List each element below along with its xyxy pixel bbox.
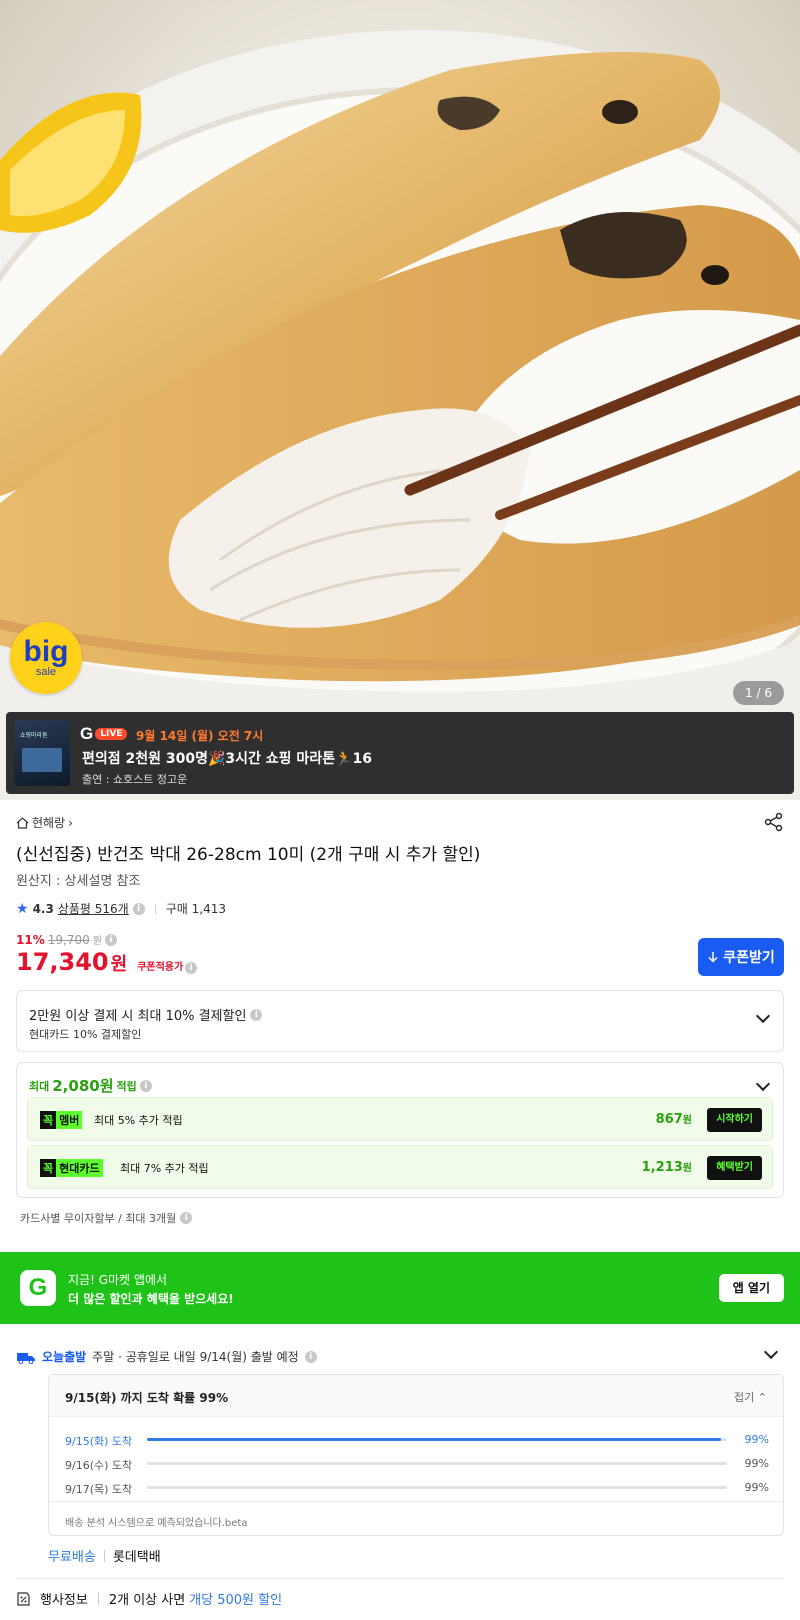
probability-bar [147,1438,722,1441]
divider [16,1578,784,1579]
home-icon [16,816,29,829]
share-button[interactable] [764,812,784,836]
reward-amount: 2,080원 [52,1077,114,1095]
truck-icon [17,1352,35,1364]
member-tag: 꼭 멤버 [40,1111,83,1129]
coupon-applied-label: 쿠폰적용가 [137,962,184,973]
carrier-name: 롯데택배 [112,1550,161,1565]
download-icon [708,951,718,963]
reward-row-amount: 867원 [655,1112,692,1127]
event-info: 행사정보 2개 이상 사면 개당 500원 할인 [16,1589,282,1608]
gmarket-logo-icon: G [20,1270,56,1306]
reward-suffix: 적립 [116,1079,137,1093]
product-origin: 원산지 : 상세설명 참조 [16,874,141,889]
discount-tag-icon [17,1591,30,1606]
chevron-down-icon [755,1076,771,1092]
purchase-count: 구매 1,413 [165,902,226,916]
big-sale-subtext: sale [35,666,57,678]
installment-info: 카드사별 무이자할부 / 최대 3개월 i [20,1210,193,1226]
live-date: 9월 14일 (월) 오전 7시 [136,729,264,743]
live-title: 편의점 2천원 300명🎉3시간 쇼핑 마라톤🏃16 [82,751,372,767]
delivery-info: 무료배송 롯데택배 [48,1546,161,1565]
installment-text: 카드사별 무이자할부 / 최대 3개월 [20,1212,177,1225]
free-shipping-label: 무료배송 [48,1550,96,1565]
star-icon: ★ [16,900,29,917]
event-text: 2개 이상 사면 [108,1593,186,1608]
rating-row: ★ 4.3 상품평 516개 i 구매 1,413 [16,900,226,917]
info-icon[interactable]: i [304,1350,317,1363]
app-promo-line1: 지금! G마켓 앱에서 [68,1273,168,1287]
info-icon[interactable]: i [104,933,117,946]
glive-logo-g: G [80,724,94,743]
product-title: (신선집중) 반건조 박대 26-28cm 10미 (2개 구매 시 추가 할인… [16,845,481,865]
reward-accordion[interactable]: 최대 2,080원 적립 i 꼭 멤버 최대 5% 추가 적립 867원 시작하기… [16,1062,784,1198]
reward-desc: 최대 5% 추가 적립 [94,1114,183,1127]
app-promo-line2: 더 많은 할인과 혜택을 받으세요! [68,1292,234,1306]
info-icon[interactable]: i [139,1079,152,1092]
review-link[interactable]: 상품평 516개 [58,900,129,917]
glive-logo: G LIVE [80,724,128,744]
discount-row: 11% 19,700 원 i [16,932,117,947]
live-thumbnail-text: 쇼핑마라톤 [20,732,48,739]
card-discount-title: 2만원 이상 결제 시 최대 10% 결제할인 [29,1009,247,1024]
share-icon [764,812,783,832]
chevron-down-icon [755,1008,771,1024]
live-broadcast-banner[interactable]: 쇼핑마라톤 G LIVE 9월 14일 (월) 오전 7시 편의점 2천원 30… [6,712,794,794]
open-app-button[interactable]: 앱 열기 [718,1274,784,1302]
arrival-probability-box: 9/15(화) 까지 도착 확률 99% 접기 ⌃ 9/15(화) 도착 99%… [48,1374,784,1536]
product-image[interactable]: big sale 1 / 6 쇼핑마라톤 G LIVE 9월 14일 (월) 오… [0,0,800,800]
store-name: 현해랑 [32,816,66,830]
coupon-button-label: 쿠폰받기 [723,950,775,966]
probability-row: 9/17(목) 도착 99% [65,1481,769,1496]
original-price: 19,700 [47,932,90,947]
event-label: 행사정보 [40,1593,88,1608]
reward-desc: 최대 7% 추가 적립 [120,1162,209,1175]
reward-row-amount: 1,213원 [641,1160,692,1175]
arrival-probability-title: 9/15(화) 까지 도착 확률 99% [65,1391,229,1405]
fold-button[interactable]: 접기 ⌃ [734,1389,767,1405]
info-icon[interactable]: i [185,962,198,974]
chevron-down-icon[interactable] [763,1344,779,1360]
store-link[interactable]: 현해랑 › [16,814,73,831]
rating-score: 4.3 [32,901,54,916]
big-sale-text: big [23,635,69,668]
today-ship-badge: 오늘출발 [42,1350,87,1364]
reward-row-member: 꼭 멤버 최대 5% 추가 적립 867원 시작하기 [27,1097,773,1141]
live-cast: 출연 : 쇼호스트 정고운 [82,773,188,786]
chevron-right-icon: › [68,815,73,830]
app-promo-banner[interactable]: G 지금! G마켓 앱에서 더 많은 할인과 혜택을 받으세요! 앱 열기 [0,1252,800,1324]
product-photo [0,30,800,800]
info-icon[interactable]: i [180,1212,193,1224]
reward-prefix: 최대 [29,1079,50,1093]
price-row: 17,340 원 쿠폰적용가 i [16,948,198,976]
price-unit: 원 [110,954,128,975]
probability-row: 9/16(수) 도착 99% [65,1457,769,1472]
reward-row-card: 꼭 현대카드 최대 7% 추가 적립 1,213원 혜택받기 [27,1145,773,1189]
start-membership-button[interactable]: 시작하기 [707,1108,762,1132]
live-thumbnail: 쇼핑마라톤 [14,720,70,786]
card-discount-accordion[interactable]: 2만원 이상 결제 시 최대 10% 결제할인 i 현대카드 10% 결제할인 [16,990,784,1052]
get-benefit-button[interactable]: 혜택받기 [707,1156,762,1180]
big-sale-badge: big sale [10,622,82,694]
coupon-download-button[interactable]: 쿠폰받기 [698,938,784,976]
shipping-schedule: 주말 · 공휴일로 내일 9/14(월) 출발 예정 [92,1350,299,1364]
live-badge: LIVE [95,728,128,740]
info-icon[interactable]: i [250,1008,263,1021]
shipping-header[interactable]: 오늘출발 주말 · 공휴일로 내일 9/14(월) 출발 예정 i [16,1348,317,1365]
probability-row: 9/15(화) 도착 99% [65,1433,769,1448]
image-counter: 1 / 6 [733,681,784,705]
event-highlight: 개당 500원 할인 [189,1593,283,1608]
discount-percent: 11% [16,932,45,947]
hyundai-card-tag: 꼭 현대카드 [40,1159,103,1177]
sale-price: 17,340 [16,948,109,976]
card-discount-detail: 현대카드 10% 결제할인 [29,1028,142,1041]
info-icon[interactable]: i [132,902,145,915]
original-price-unit: 원 [92,936,102,947]
prediction-footnote: 배송 분석 시스템으로 예측되었습니다.beta [65,1518,248,1529]
